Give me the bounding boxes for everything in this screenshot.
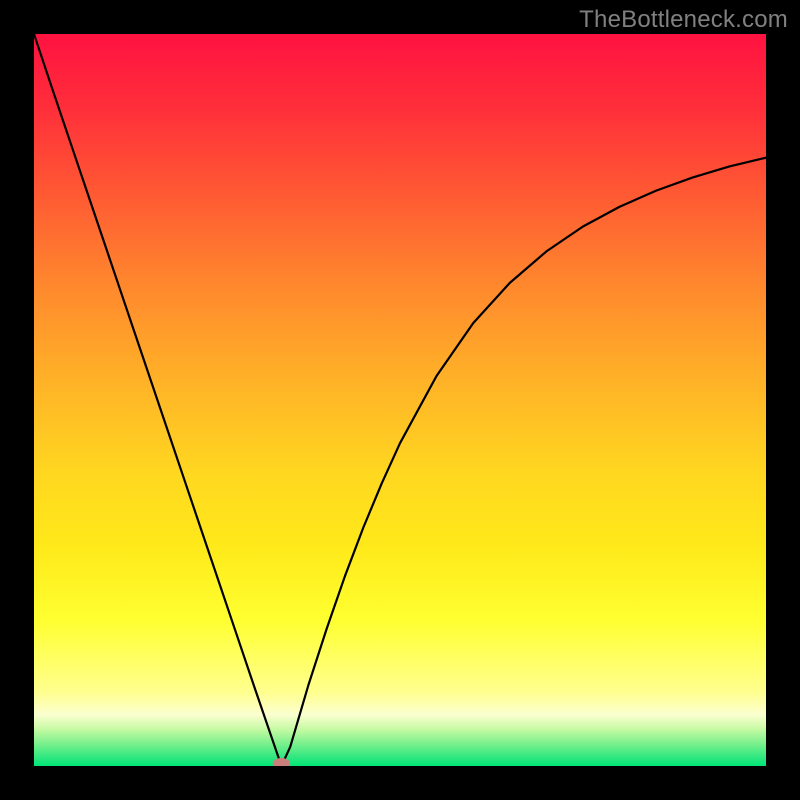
chart-svg — [34, 34, 766, 766]
chart-plot-area — [34, 34, 766, 766]
bottleneck-curve — [34, 34, 766, 766]
watermark-text: TheBottleneck.com — [579, 6, 788, 34]
minimum-marker — [273, 758, 291, 766]
chart-frame: TheBottleneck.com — [0, 0, 800, 800]
